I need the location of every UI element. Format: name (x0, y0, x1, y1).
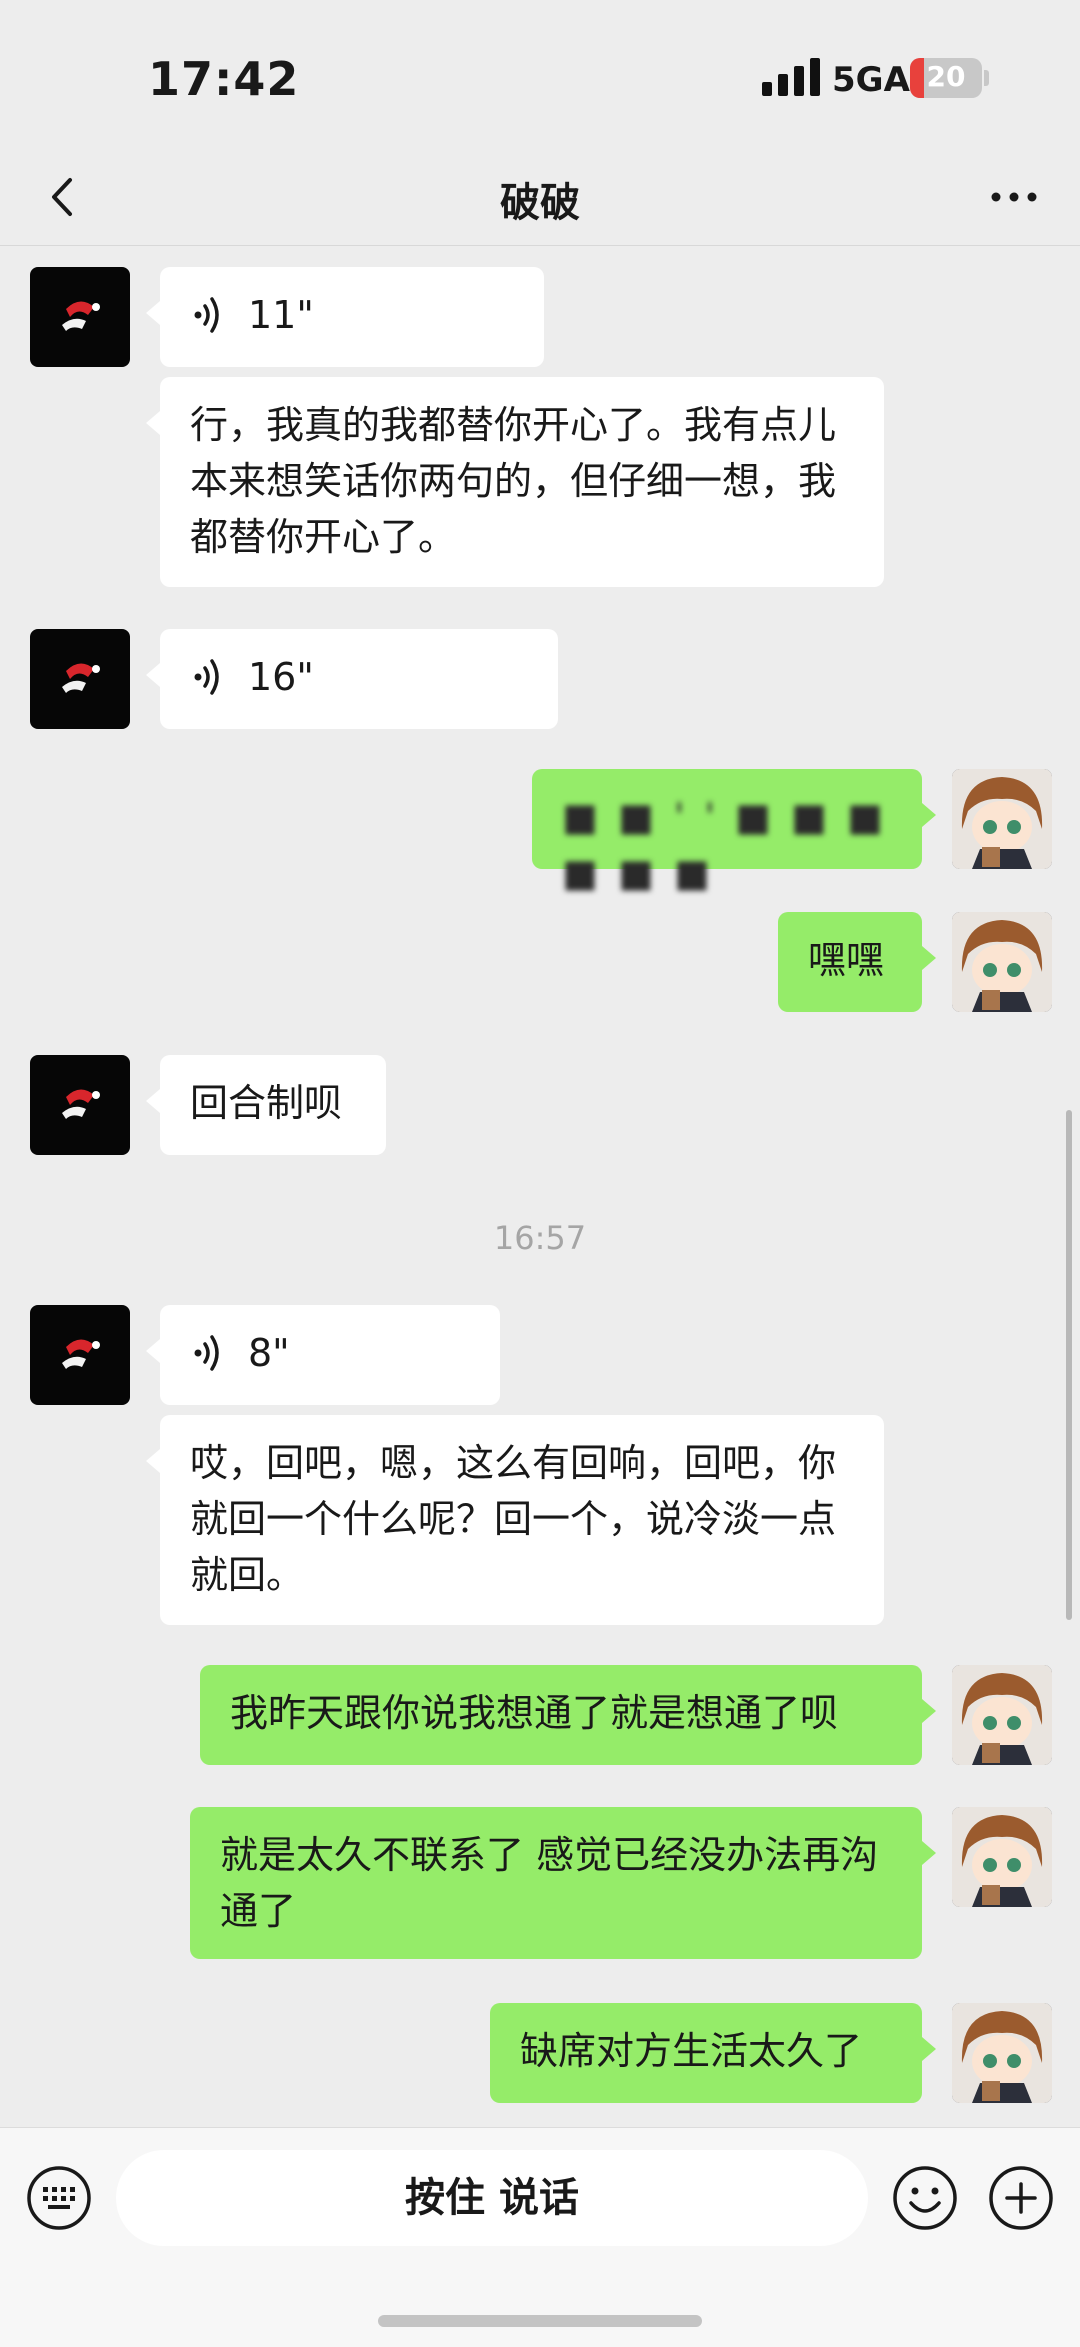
text-message[interactable]: 行，我真的我都替你开心了。我有点儿本来想笑话你两句的，但仔细一想，我都替你开心了… (146, 377, 884, 587)
more-icon[interactable] (986, 172, 1042, 222)
battery-tip (984, 70, 989, 86)
message-text: 我昨天跟你说我想通了就是想通了呗 (230, 1691, 839, 1735)
text-message[interactable]: 我昨天跟你说我想通了就是想通了呗 (200, 1665, 936, 1765)
my-avatar[interactable] (952, 912, 1052, 1012)
text-message[interactable]: 就是太久不联系了 感觉已经没办法再沟通了 (190, 1807, 936, 1959)
battery-icon: 20 (910, 58, 982, 98)
friend-avatar[interactable] (30, 267, 130, 367)
status-bar: 17:42 5GA 20 (0, 0, 1080, 150)
text-message[interactable]: 缺席对方生活太久了 (490, 2003, 936, 2103)
chat-header: 破破 (0, 150, 1080, 246)
signal-icon (762, 58, 820, 96)
friend-avatar[interactable] (30, 629, 130, 729)
voice-message[interactable]: 16" (146, 629, 558, 729)
home-indicator[interactable] (378, 2315, 702, 2327)
text-message-redacted[interactable]: ■ ■ ' ' ■ ■ ■ ■ ■ ■ (532, 769, 936, 895)
text-message[interactable]: 哎，回吧，嗯，这么有回响，回吧，你就回一个什么呢？回一个，说冷淡一点就回。 (146, 1415, 884, 1625)
my-avatar[interactable] (952, 1807, 1052, 1907)
friend-avatar[interactable] (30, 1305, 130, 1405)
message-text: 哎，回吧，嗯，这么有回响，回吧，你就回一个什么呢？回一个，说冷淡一点就回。 (190, 1441, 837, 1597)
battery-percent: 20 (926, 60, 966, 93)
voice-message[interactable]: 11" (146, 267, 544, 367)
message-text: ■ ■ ' ' ■ ■ ■ ■ ■ ■ (562, 795, 887, 895)
voice-duration: 16" (248, 655, 314, 699)
emoji-icon[interactable] (892, 2165, 958, 2231)
voice-wave-icon (194, 297, 219, 333)
voice-duration: 8" (248, 1331, 290, 1375)
network-type: 5GA (832, 60, 910, 100)
friend-avatar[interactable] (30, 1055, 130, 1155)
hold-to-talk-button[interactable]: 按住 说话 (116, 2150, 868, 2246)
my-avatar[interactable] (952, 769, 1052, 869)
text-message[interactable]: 嘿嘿 (778, 912, 936, 1012)
voice-wave-icon (194, 659, 219, 695)
voice-wave-icon (194, 1335, 219, 1371)
input-bar: 按住 说话 (0, 2127, 1080, 2347)
message-text: 行，我真的我都替你开心了。我有点儿本来想笑话你两句的，但仔细一想，我都替你开心了… (190, 403, 837, 559)
plus-icon[interactable] (988, 2165, 1054, 2231)
voice-message[interactable]: 8" (146, 1305, 500, 1405)
keyboard-icon[interactable] (26, 2165, 92, 2231)
scrollbar[interactable] (1066, 1110, 1072, 1620)
message-text: 回合制呗 (190, 1081, 343, 1125)
chat-timestamp: 16:57 (493, 1219, 587, 1257)
text-message[interactable]: 回合制呗 (146, 1055, 386, 1155)
chat-title: 破破 (500, 180, 580, 226)
my-avatar[interactable] (952, 1665, 1052, 1765)
message-list[interactable]: 11" 行，我真的我都替你开心了。我有点儿本来想笑话你两句的，但仔细一想，我都替… (0, 247, 1080, 2127)
message-text: 缺席对方生活太久了 (520, 2029, 863, 2073)
status-time: 17:42 (148, 52, 300, 106)
message-text: 就是太久不联系了 感觉已经没办法再沟通了 (220, 1833, 879, 1933)
my-avatar[interactable] (952, 2003, 1052, 2103)
voice-duration: 11" (248, 293, 314, 337)
message-text: 嘿嘿 (808, 938, 885, 982)
